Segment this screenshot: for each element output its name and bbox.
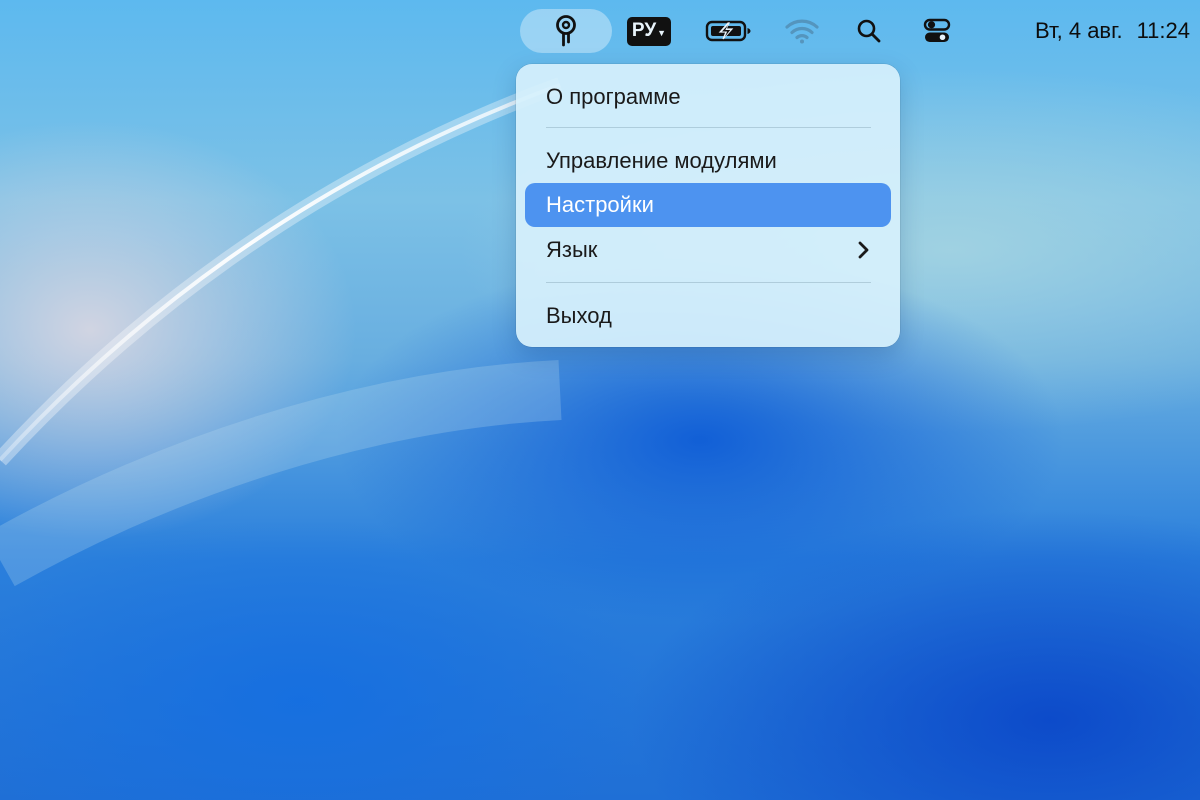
menu-item-label: О программе — [546, 84, 681, 109]
battery-status[interactable] — [703, 0, 755, 62]
chevron-right-icon — [858, 241, 869, 259]
control-center-icon — [923, 18, 951, 42]
menu-item-manage-modules[interactable]: Управление модулями — [525, 139, 891, 183]
menu-item-label: Управление модулями — [546, 148, 777, 173]
desktop-wallpaper: РУ ▼ Вт, 4 авг. 11:24 О программе Управл… — [0, 0, 1200, 800]
input-source-badge: РУ ▼ — [626, 16, 672, 46]
input-source-label: РУ — [631, 19, 657, 41]
menu-item-label: Выход — [546, 303, 612, 328]
menu-item-language[interactable]: Язык — [525, 228, 891, 272]
wifi-status[interactable] — [784, 0, 820, 62]
app-status-item[interactable] — [520, 9, 612, 53]
menu-item-quit[interactable]: Выход — [525, 294, 891, 338]
control-center[interactable] — [918, 0, 956, 62]
spotlight-search[interactable] — [852, 0, 886, 62]
menu-bar: РУ ▼ Вт, 4 авг. 11:24 — [0, 0, 1200, 62]
search-icon — [857, 19, 881, 43]
wifi-icon — [785, 19, 819, 44]
clock-time: 11:24 — [1136, 18, 1190, 43]
menu-bar-clock[interactable]: Вт, 4 авг. 11:24 — [980, 0, 1190, 62]
menu-separator — [546, 282, 871, 283]
menu-item-settings[interactable]: Настройки — [525, 183, 891, 227]
chevron-down-icon: ▼ — [657, 27, 667, 38]
menu-item-about[interactable]: О программе — [525, 75, 891, 119]
menu-item-label: Настройки — [546, 192, 654, 217]
menu-item-label: Язык — [546, 237, 598, 262]
menu-separator — [546, 127, 871, 128]
pin-icon — [556, 15, 576, 47]
input-source-menu[interactable]: РУ ▼ — [626, 0, 672, 62]
status-item-dropdown-menu: О программе Управление модулями Настройк… — [516, 64, 900, 347]
battery-charging-icon — [705, 20, 751, 42]
clock-date: Вт, 4 авг. — [1035, 18, 1123, 43]
